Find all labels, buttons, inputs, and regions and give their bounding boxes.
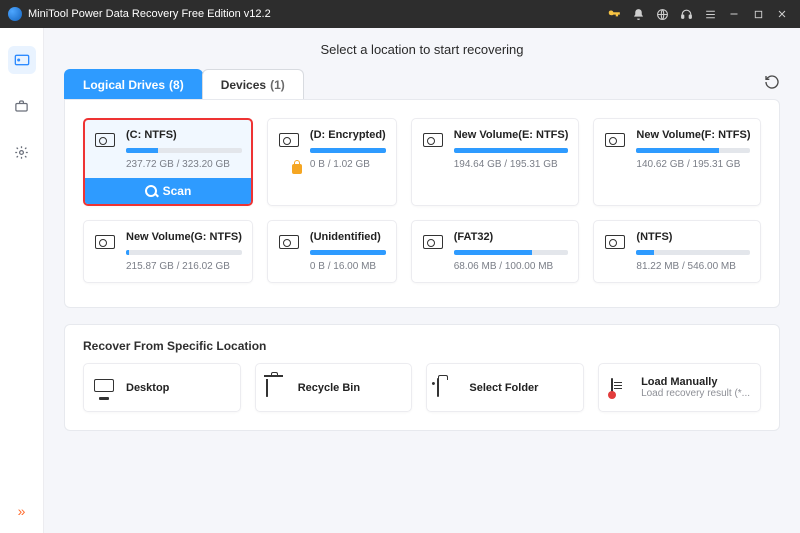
location-label: Desktop (126, 382, 169, 394)
location-label: Load Manually (641, 376, 750, 388)
refresh-icon[interactable] (764, 74, 780, 94)
usage-bar (636, 148, 750, 153)
close-icon[interactable] (772, 4, 792, 24)
drive-size: 140.62 GB / 195.31 GB (636, 159, 750, 170)
drive-size: 0 B / 16.00 MB (310, 261, 386, 272)
lock-icon (292, 164, 302, 174)
recover-location-panel: Recover From Specific Location Desktop R… (64, 324, 780, 431)
headset-icon[interactable] (676, 4, 696, 24)
location-card[interactable]: Load Manually Load recovery result (*... (598, 363, 761, 412)
drive-icon (604, 129, 626, 170)
usage-bar (126, 250, 242, 255)
usage-bar (126, 148, 242, 153)
usage-bar (636, 250, 750, 255)
usage-bar (310, 148, 386, 153)
location-label: Recycle Bin (298, 382, 360, 394)
trash-icon (266, 379, 288, 397)
drive-card[interactable]: (C: NTFS) 237.72 GB / 323.20 GB Scan (83, 118, 253, 206)
drive-name: New Volume(E: NTFS) (454, 129, 569, 141)
scan-label: Scan (163, 184, 192, 198)
drive-card[interactable]: New Volume(F: NTFS) 140.62 GB / 195.31 G… (593, 118, 761, 206)
search-icon (145, 185, 157, 197)
drive-icon (422, 129, 444, 170)
titlebar: MiniTool Power Data Recovery Free Editio… (0, 0, 800, 28)
page-title: Select a location to start recovering (64, 42, 780, 57)
monitor-icon (94, 379, 116, 397)
usage-bar (454, 250, 569, 255)
tab-logical-drives[interactable]: Logical Drives (8) (64, 69, 203, 99)
drive-size: 81.22 MB / 546.00 MB (636, 261, 750, 272)
bell-icon[interactable] (628, 4, 648, 24)
drive-icon (94, 129, 116, 170)
drive-size: 0 B / 1.02 GB (310, 159, 386, 170)
drive-icon (278, 231, 300, 272)
drives-panel: (C: NTFS) 237.72 GB / 323.20 GB Scan (D:… (64, 99, 780, 308)
tabs: Logical Drives (8) Devices (1) (64, 69, 303, 99)
drive-card[interactable]: (Unidentified) 0 B / 16.00 MB (267, 220, 397, 283)
drive-size: 215.87 GB / 216.02 GB (126, 261, 242, 272)
sidebar-expand-icon[interactable]: » (18, 503, 26, 519)
tab-count: (8) (169, 78, 184, 92)
drive-name: New Volume(G: NTFS) (126, 231, 242, 243)
drive-name: (C: NTFS) (126, 129, 242, 141)
drive-icon (94, 231, 116, 272)
app-title: MiniTool Power Data Recovery Free Editio… (28, 8, 271, 20)
drive-card[interactable]: (D: Encrypted) 0 B / 1.02 GB (267, 118, 397, 206)
drive-name: New Volume(F: NTFS) (636, 129, 750, 141)
scan-button[interactable]: Scan (85, 178, 251, 204)
app-logo-icon (8, 7, 22, 21)
drive-card[interactable]: New Volume(G: NTFS) 215.87 GB / 216.02 G… (83, 220, 253, 283)
drive-icon (604, 231, 626, 272)
tab-label: Logical Drives (83, 78, 165, 92)
drive-icon (278, 129, 300, 170)
tab-count: (1) (270, 78, 285, 92)
usage-bar (310, 250, 386, 255)
drive-name: (FAT32) (454, 231, 569, 243)
location-label: Select Folder (469, 382, 538, 394)
tab-devices[interactable]: Devices (1) (202, 69, 304, 99)
drive-size: 237.72 GB / 323.20 GB (126, 159, 242, 170)
location-sublabel: Load recovery result (*... (641, 388, 750, 399)
drive-card[interactable]: (FAT32) 68.06 MB / 100.00 MB (411, 220, 580, 283)
recover-section-title: Recover From Specific Location (83, 339, 761, 353)
menu-icon[interactable] (700, 4, 720, 24)
drive-card[interactable]: New Volume(E: NTFS) 194.64 GB / 195.31 G… (411, 118, 580, 206)
key-icon[interactable] (604, 4, 624, 24)
location-card[interactable]: Recycle Bin (255, 363, 413, 412)
doc-icon (609, 379, 631, 397)
drive-name: (D: Encrypted) (310, 129, 386, 141)
drive-name: (Unidentified) (310, 231, 386, 243)
location-card[interactable]: Desktop (83, 363, 241, 412)
globe-icon[interactable] (652, 4, 672, 24)
drive-icon (422, 231, 444, 272)
minimize-icon[interactable] (724, 4, 744, 24)
tab-label: Devices (221, 78, 266, 92)
folder-icon (437, 379, 459, 397)
location-card[interactable]: Select Folder (426, 363, 584, 412)
drive-name: (NTFS) (636, 231, 750, 243)
sidebar-recover-icon[interactable] (8, 46, 36, 74)
drive-size: 194.64 GB / 195.31 GB (454, 159, 569, 170)
drive-size: 68.06 MB / 100.00 MB (454, 261, 569, 272)
drive-card[interactable]: (NTFS) 81.22 MB / 546.00 MB (593, 220, 761, 283)
sidebar: » (0, 28, 44, 533)
maximize-icon[interactable] (748, 4, 768, 24)
sidebar-settings-icon[interactable] (8, 138, 36, 166)
sidebar-briefcase-icon[interactable] (8, 92, 36, 120)
usage-bar (454, 148, 569, 153)
